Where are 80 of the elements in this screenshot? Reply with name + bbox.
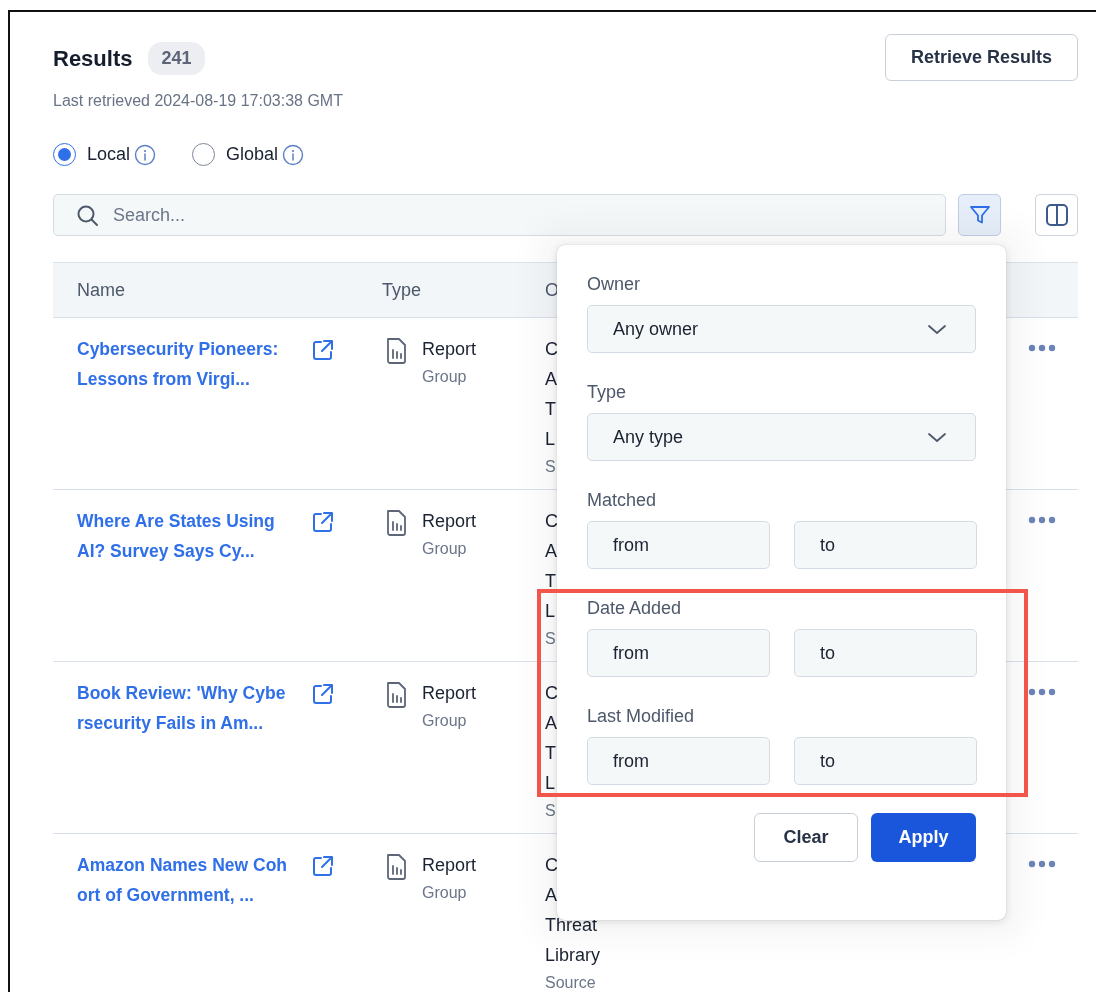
search-icon [76,203,99,227]
type-text: Report [422,510,477,533]
external-link-icon[interactable] [311,510,335,534]
from-input[interactable]: from [587,629,770,677]
field-label: Owner [587,273,641,295]
report-icon [385,681,408,709]
cell-text: T [545,570,556,593]
report-icon [385,509,408,537]
to-input[interactable]: to [794,521,977,569]
cell-text: Threat [545,914,598,937]
apply-button[interactable]: Apply [871,813,976,862]
cell-subtext: S [545,457,556,477]
more-options-icon[interactable] [1028,688,1056,696]
type-subtext: Group [422,711,468,731]
search-field[interactable]: Search... [53,194,946,236]
info-icon[interactable] [134,143,157,166]
cell-text: A [545,368,557,391]
cell-text: A [545,712,557,735]
result-count: 241 [148,42,205,75]
cell-text: A [545,884,557,907]
cell-text: L [545,772,555,795]
cell-subtext: S [545,801,556,821]
result-link[interactable]: Where Are States Using AI? Survey Says Cy... [77,506,291,566]
dropdown-field[interactable]: Any owner [587,305,976,353]
cell-text: C [545,682,558,705]
field-label: Last Modified [587,705,696,727]
info-icon[interactable] [282,143,305,166]
radio-button[interactable] [53,143,76,166]
cell-text: L [545,600,555,623]
external-link-icon[interactable] [311,682,335,706]
from-input[interactable]: from [587,521,770,569]
more-options-icon[interactable] [1028,860,1056,868]
cell-text: T [545,398,556,421]
cell-subtext: Source [545,973,596,992]
cell-text: Library [545,944,601,967]
clear-button[interactable]: Clear [754,813,858,862]
type-subtext: Group [422,367,468,387]
field-label: Matched [587,489,658,511]
dropdown-field[interactable]: Any type [587,413,976,461]
field-label: Date Added [587,597,683,619]
column-header: Type [382,278,423,302]
more-options-icon[interactable] [1028,344,1056,352]
search-input[interactable]: Search... [111,200,811,230]
to-input[interactable]: to [794,629,977,677]
result-link[interactable]: Amazon Names New Cohort of Government, ... [77,850,291,910]
more-options-icon[interactable] [1028,516,1056,524]
radio-button[interactable] [192,143,216,166]
type-text: Report [422,854,477,877]
field-label: Type [587,381,628,403]
chevron-down-icon [927,323,947,335]
cell-text: C [545,338,558,361]
page-title: Results [53,45,133,73]
chevron-down-icon [927,431,947,443]
cell-text: T [545,742,556,765]
cell-text: L [545,428,555,451]
columns-icon [1044,203,1069,227]
filter-button[interactable] [958,194,1001,236]
column-header: Name [77,278,126,302]
report-icon [385,337,408,365]
report-icon [385,853,408,881]
result-link[interactable]: Cybersecurity Pioneers: Lessons from Virgi... [77,334,291,394]
filter-icon [968,204,991,226]
cell-text: C [545,510,558,533]
type-subtext: Group [422,539,468,559]
radio-label[interactable]: Global [226,141,279,168]
external-link-icon[interactable] [311,854,335,878]
to-input[interactable]: to [794,737,977,785]
type-subtext: Group [422,883,468,903]
radio-label[interactable]: Local [87,141,131,168]
type-text: Report [422,682,477,705]
columns-button[interactable] [1035,194,1078,236]
external-link-icon[interactable] [311,338,335,362]
last-retrieved-text: Last retrieved 2024-08-19 17:03:38 GMT [53,91,344,111]
result-link[interactable]: Book Review: 'Why Cybersecurity Fails in Am... [77,678,291,738]
retrieve-results-button[interactable]: Retrieve Results [884,34,1078,81]
type-text: Report [422,338,477,361]
cell-text: C [545,854,558,877]
cell-subtext: S [545,629,556,649]
cell-text: A [545,540,557,563]
from-input[interactable]: from [587,737,770,785]
